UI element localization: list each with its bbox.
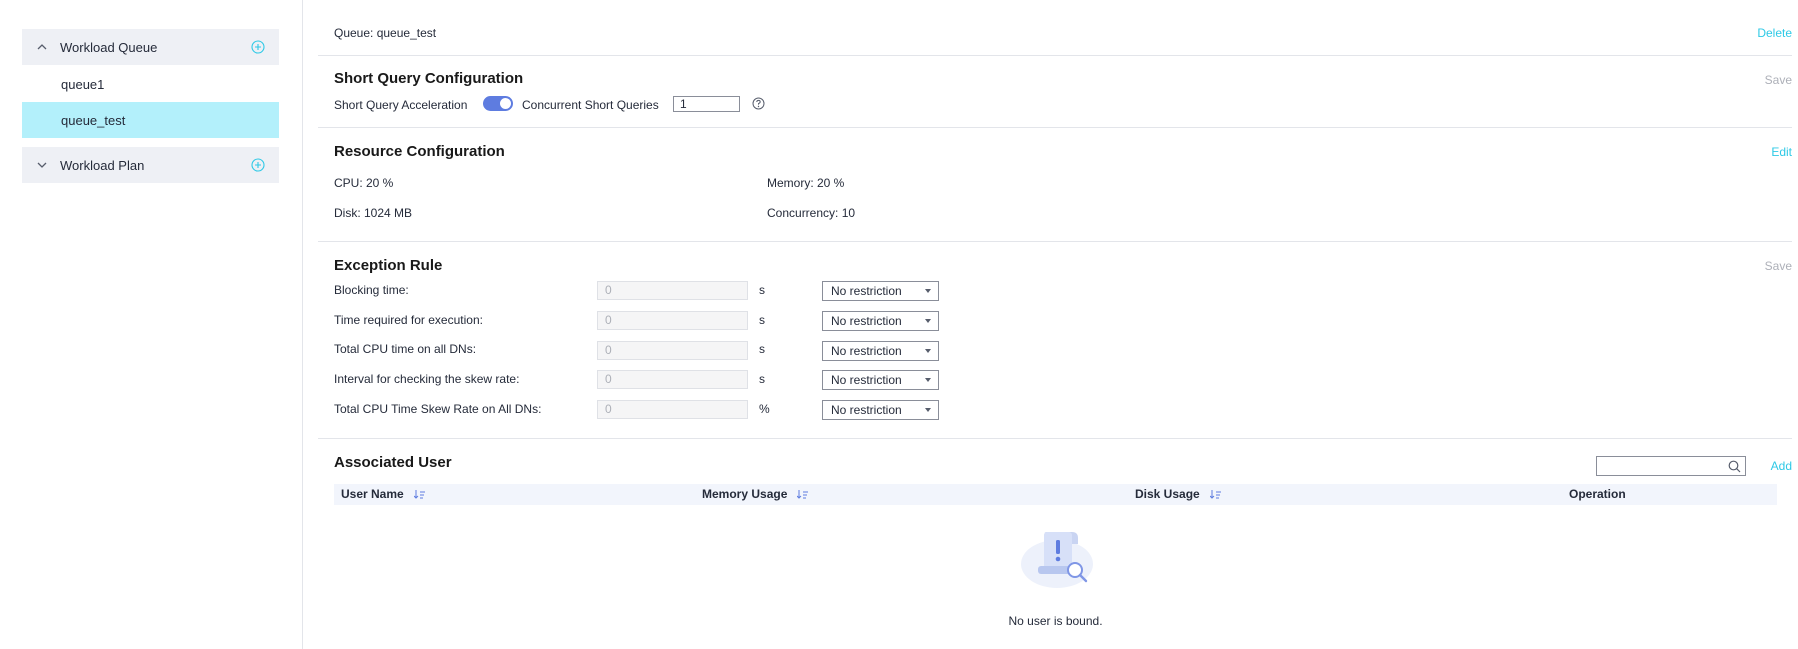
select-value: No restriction (831, 403, 902, 417)
dropdown-caret-icon (925, 408, 931, 412)
user-search-input[interactable] (1596, 456, 1746, 476)
short-query-acceleration-label: Short Query Acceleration (334, 98, 468, 112)
empty-state-illustration-icon (1021, 532, 1093, 588)
concurrent-short-queries-input[interactable]: 1 (673, 96, 740, 112)
tree-group-label: Workload Queue (60, 39, 158, 55)
tree-item-queue1[interactable]: queue1 (22, 66, 279, 102)
exception-save-button[interactable]: Save (1765, 259, 1792, 273)
rule-unit: s (759, 342, 765, 356)
rule-action-select[interactable]: No restriction (822, 400, 939, 420)
tree-item-label: queue1 (61, 76, 105, 92)
short-query-acceleration-toggle[interactable] (483, 96, 513, 111)
column-header-disk-usage[interactable]: Disk Usage (1135, 484, 1221, 505)
dropdown-caret-icon (925, 289, 931, 293)
select-value: No restriction (831, 314, 902, 328)
empty-state-text: No user is bound. (1008, 614, 1103, 628)
rule-value-input[interactable]: 0 (597, 370, 748, 389)
rule-unit: s (759, 372, 765, 386)
sort-icon[interactable] (797, 490, 809, 499)
memory-value: Memory: 20 % (767, 176, 845, 190)
short-query-save-button[interactable]: Save (1765, 73, 1792, 87)
tree-group-workload-queue[interactable]: Workload Queue (22, 29, 279, 65)
rule-action-select[interactable]: No restriction (822, 370, 939, 390)
delete-button[interactable]: Delete (1757, 26, 1792, 40)
dropdown-caret-icon (925, 378, 931, 382)
tree-group-workload-plan[interactable]: Workload Plan (22, 147, 279, 183)
select-value: No restriction (831, 284, 902, 298)
concurrency-value: Concurrency: 10 (767, 206, 856, 220)
rule-action-select[interactable]: No restriction (822, 281, 939, 301)
sort-icon[interactable] (1209, 490, 1221, 499)
chevron-up-icon[interactable] (36, 41, 48, 53)
rule-value-input[interactable]: 0 (597, 311, 748, 330)
column-header-user-name[interactable]: User Name (341, 484, 425, 505)
user-table-header: User Name Memory Usage Disk Usage Operat… (334, 484, 1777, 505)
queue-title: Queue: queue_test (334, 26, 437, 40)
concurrent-short-queries-label: Concurrent Short Queries (522, 98, 659, 112)
dropdown-caret-icon (925, 349, 931, 353)
add-user-button[interactable]: Add (1771, 459, 1792, 473)
resource-edit-button[interactable]: Edit (1771, 145, 1792, 159)
rule-value-input[interactable]: 0 (597, 400, 748, 419)
tree-item-queue-test[interactable]: queue_test (22, 102, 279, 138)
sort-icon[interactable] (413, 490, 425, 499)
column-header-operation: Operation (1569, 484, 1626, 505)
rule-unit: s (759, 313, 765, 327)
section-title: Short Query Configuration (334, 70, 524, 87)
cpu-value: CPU: 20 % (334, 176, 394, 190)
sidebar: Workload Queue queue1 queue_test Workloa… (0, 0, 303, 649)
section-title: Exception Rule (334, 257, 443, 274)
rule-label: Total CPU Time Skew Rate on All DNs: (334, 402, 542, 416)
rule-label: Blocking time: (334, 283, 409, 297)
column-header-memory-usage[interactable]: Memory Usage (702, 484, 809, 505)
exception-rule-section: Exception Rule Save Blocking time: 0 s N… (318, 242, 1792, 439)
rule-action-select[interactable]: No restriction (822, 311, 939, 331)
main-content: Queue: queue_test Delete Short Query Con… (318, 0, 1792, 649)
dropdown-caret-icon (925, 319, 931, 323)
rule-label: Time required for execution: (334, 313, 483, 327)
search-icon[interactable] (1728, 460, 1741, 473)
column-label: Operation (1569, 487, 1626, 501)
help-icon[interactable] (752, 97, 765, 110)
column-label: Memory Usage (702, 487, 788, 501)
rule-unit: s (759, 283, 765, 297)
rule-unit: % (759, 402, 770, 416)
select-value: No restriction (831, 373, 902, 387)
tree-group-label: Workload Plan (60, 157, 145, 173)
column-label: User Name (341, 487, 404, 501)
rule-value-input[interactable]: 0 (597, 281, 748, 300)
associated-user-title: Associated User (334, 454, 452, 471)
rule-label: Interval for checking the skew rate: (334, 372, 520, 386)
add-circle-icon[interactable] (251, 40, 265, 54)
column-label: Disk Usage (1135, 487, 1200, 501)
section-title: Resource Configuration (334, 143, 505, 160)
rule-action-select[interactable]: No restriction (822, 341, 939, 361)
short-query-section: Short Query Configuration Save Short Que… (318, 56, 1792, 128)
tree-item-label: queue_test (61, 112, 126, 128)
select-value: No restriction (831, 344, 902, 358)
chevron-down-icon[interactable] (36, 159, 48, 171)
disk-value: Disk: 1024 MB (334, 206, 413, 220)
rule-value-input[interactable]: 0 (597, 341, 748, 360)
queue-header: Queue: queue_test Delete (318, 0, 1792, 56)
rule-label: Total CPU time on all DNs: (334, 342, 477, 356)
resource-section: Resource Configuration Edit CPU: 20 % Me… (318, 128, 1792, 242)
add-circle-icon[interactable] (251, 158, 265, 172)
